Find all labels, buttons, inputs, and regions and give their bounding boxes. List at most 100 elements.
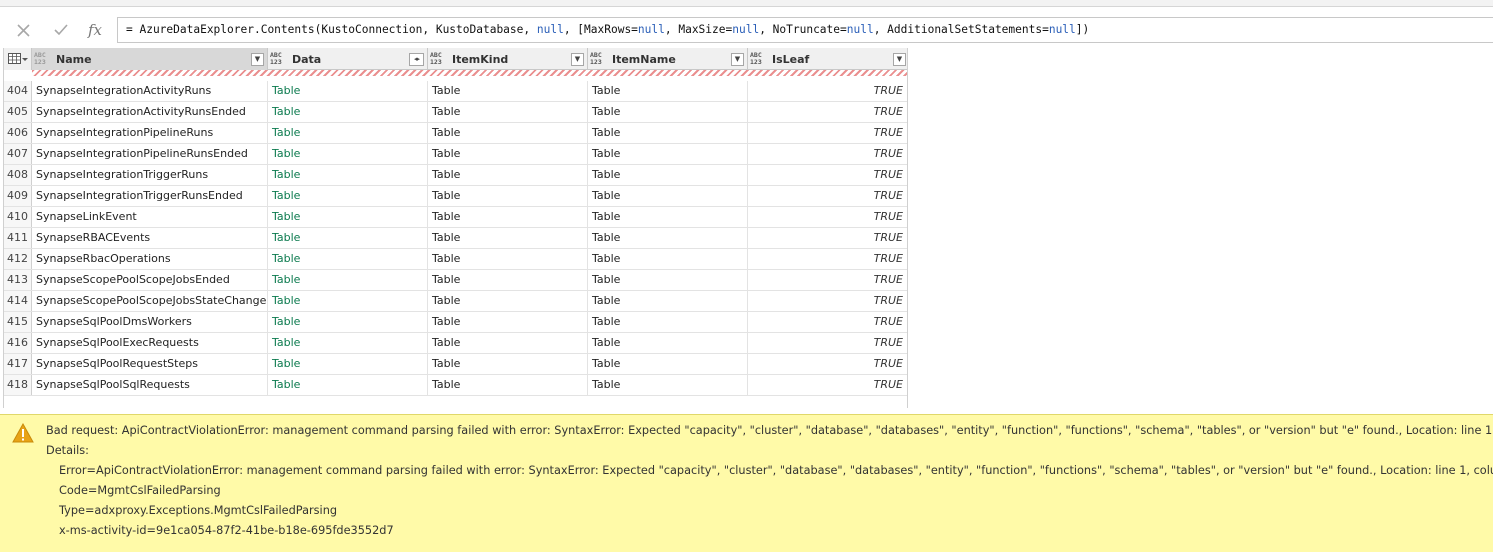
cell-itemname: Table (588, 249, 748, 269)
table-row[interactable]: 417 SynapseSqlPoolRequestSteps Table Table T… (4, 354, 907, 375)
type-any-icon: ABC 123 (430, 51, 442, 66)
cell-itemkind: Table (428, 270, 588, 290)
cell-itemkind: Table (428, 291, 588, 311)
cell-data-link[interactable]: Table (268, 186, 428, 206)
formula-keyword: null (536, 23, 564, 36)
row-number: 412 (4, 249, 32, 269)
cell-itemname: Table (588, 144, 748, 164)
filter-dropdown-button[interactable]: ▼ (571, 52, 584, 66)
cell-name: SynapseScopePoolScopeJobsStateChange (32, 291, 268, 311)
column-header-label: Data (292, 52, 322, 66)
cell-isleaf: TRUE (748, 354, 907, 374)
close-icon (16, 23, 30, 37)
filter-dropdown-button[interactable]: ▼ (893, 52, 906, 66)
table-row[interactable]: 408 SynapseIntegrationTriggerRuns Table Tab… (4, 165, 907, 186)
table-row[interactable]: 412 SynapseRbacOperations Table Table Table T… (4, 249, 907, 270)
table-menu-button[interactable] (4, 48, 32, 70)
row-number: 409 (4, 186, 32, 206)
cancel-formula-button[interactable] (8, 17, 38, 43)
error-detail-line: Error=ApiContractViolationError: managem… (59, 464, 1493, 477)
filter-dropdown-button[interactable]: ▼ (731, 52, 744, 66)
cell-data-link[interactable]: Table (268, 354, 428, 374)
cell-data-link[interactable]: Table (268, 333, 428, 353)
cell-data-link[interactable]: Table (268, 291, 428, 311)
cell-itemkind: Table (428, 333, 588, 353)
chevron-down-icon: ▼ (734, 55, 741, 63)
cell-itemkind: Table (428, 249, 588, 269)
table-row[interactable]: 404 SynapseIntegrationActivityRuns Table Ta… (4, 81, 907, 102)
commit-formula-button[interactable] (46, 17, 76, 43)
row-number: 406 (4, 123, 32, 143)
table-row[interactable]: 415 SynapseSqlPoolDmsWorkers Table Table Tab… (4, 312, 907, 333)
error-pane: Bad request: ApiContractViolationError: … (0, 414, 1493, 552)
cell-isleaf: TRUE (748, 186, 907, 206)
insert-function-button[interactable]: fx (80, 17, 110, 43)
cell-name: SynapseSqlPoolExecRequests (32, 333, 268, 353)
cell-isleaf: TRUE (748, 249, 907, 269)
expand-column-button[interactable]: ◂▸ (409, 52, 424, 66)
cell-data-link[interactable]: Table (268, 81, 428, 101)
checkmark-icon (54, 24, 68, 36)
filter-dropdown-button[interactable]: ▼ (251, 52, 264, 66)
formula-text: , AdditionalSetStatements= (873, 23, 1049, 36)
table-row[interactable]: 405 SynapseIntegrationActivityRunsEnded Ta… (4, 102, 907, 123)
formula-input[interactable]: = AzureDataExplorer.Contents(KustoConnec… (117, 17, 1493, 43)
cell-data-link[interactable]: Table (268, 270, 428, 290)
table-row[interactable]: 413 SynapseScopePoolScopeJobsEnded Table Ta… (4, 270, 907, 291)
table-icon (7, 53, 28, 64)
column-header-label: ItemKind (452, 52, 509, 66)
cell-itemname: Table (588, 207, 748, 227)
column-header-label: ItemName (612, 52, 676, 66)
formula-text: ]) (1075, 23, 1090, 36)
column-header-data[interactable]: ABC 123 Data ◂▸ (268, 48, 428, 70)
row-number: 410 (4, 207, 32, 227)
cell-data-link[interactable]: Table (268, 249, 428, 269)
cell-data-link[interactable]: Table (268, 207, 428, 227)
cell-data-link[interactable]: Table (268, 144, 428, 164)
expand-arrows-icon: ◂▸ (413, 55, 420, 63)
cell-data-link[interactable]: Table (268, 165, 428, 185)
error-detail-line: Code=MgmtCslFailedParsing (59, 484, 221, 497)
table-row[interactable]: 410 SynapseLinkEvent Table Table Table TRUE (4, 207, 907, 228)
chevron-down-icon: ▼ (574, 55, 581, 63)
formula-keyword: null (637, 23, 665, 36)
formula-keyword: null (1048, 23, 1076, 36)
row-number: 414 (4, 291, 32, 311)
cell-isleaf: TRUE (748, 81, 907, 101)
cell-isleaf: TRUE (748, 312, 907, 332)
column-header-itemkind[interactable]: ABC 123 ItemKind ▼ (428, 48, 588, 70)
cell-data-link[interactable]: Table (268, 102, 428, 122)
column-header-itemname[interactable]: ABC 123 ItemName ▼ (588, 48, 748, 70)
row-number: 417 (4, 354, 32, 374)
table-row[interactable]: 414 SynapseScopePoolScopeJobsStateChange T… (4, 291, 907, 312)
table-row[interactable]: 406 SynapseIntegrationPipelineRuns Table Ta… (4, 123, 907, 144)
table-row[interactable]: 418 SynapseSqlPoolSqlRequests Table Table Ta… (4, 375, 907, 396)
cell-data-link[interactable]: Table (268, 228, 428, 248)
type-any-icon: ABC 123 (590, 51, 602, 66)
cell-itemkind: Table (428, 165, 588, 185)
cell-name: SynapseIntegrationTriggerRunsEnded (32, 186, 268, 206)
cell-name: SynapseSqlPoolRequestSteps (32, 354, 268, 374)
table-row[interactable]: 411 SynapseRBACEvents Table Table Table TRUE (4, 228, 907, 249)
cell-data-link[interactable]: Table (268, 312, 428, 332)
column-header-isleaf[interactable]: ABC 123 IsLeaf ▼ (748, 48, 907, 70)
table-row[interactable]: 409 SynapseIntegrationTriggerRunsEnded Tab… (4, 186, 907, 207)
column-header-name[interactable]: ABC 123 Name ▼ (32, 48, 268, 70)
cell-data-link[interactable]: Table (268, 375, 428, 395)
ribbon-strip (0, 0, 1493, 7)
cell-isleaf: TRUE (748, 165, 907, 185)
table-row[interactable]: 407 SynapseIntegrationPipelineRunsEnded Ta… (4, 144, 907, 165)
cell-name: SynapseRbacOperations (32, 249, 268, 269)
cell-itemkind: Table (428, 144, 588, 164)
chevron-down-icon: ▼ (254, 55, 261, 63)
error-headline: Bad request: ApiContractViolationError: … (46, 424, 1493, 437)
cell-data-link[interactable]: Table (268, 123, 428, 143)
cell-isleaf: TRUE (748, 291, 907, 311)
cell-name: SynapseSqlPoolSqlRequests (32, 375, 268, 395)
cell-itemkind: Table (428, 375, 588, 395)
cell-name: SynapseIntegrationActivityRuns (32, 81, 268, 101)
table-row[interactable]: 416 SynapseSqlPoolExecRequests Table Table T… (4, 333, 907, 354)
column-header-label: IsLeaf (772, 52, 810, 66)
cell-itemname: Table (588, 186, 748, 206)
type-any-icon: ABC 123 (750, 51, 762, 66)
